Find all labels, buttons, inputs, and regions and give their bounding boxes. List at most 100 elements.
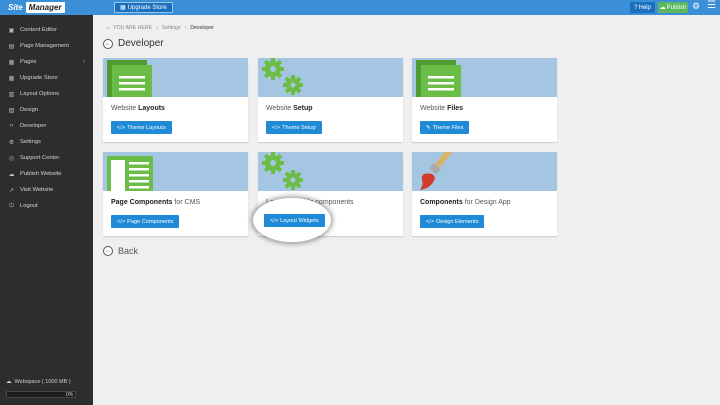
content-editor-icon: ▣ [8,27,15,34]
button-label: Theme Setup [282,124,316,131]
code-icon: </> [270,217,279,224]
page-layout-icon [107,156,153,191]
sidebar-item-label: Visit Website [20,187,54,193]
layouts-illustration [103,58,248,97]
sidebar-item-label: Layout Options [20,91,59,97]
design-illustration [412,152,557,191]
document-icon [107,60,152,97]
button-label: Page Components [127,218,174,225]
back-arrow-icon[interactable]: ← [103,246,113,256]
sidebar-item-developer[interactable]: ‹› Developer [0,118,93,134]
back-arrow-icon[interactable]: ← [103,38,113,49]
layout-icon: ▥ [8,91,15,98]
card-title: Components for Design App [420,199,511,206]
code-icon: </> [117,218,126,225]
document-icon [416,60,461,97]
sidebar-item-page-management[interactable]: ▤ Page Management [0,38,93,54]
design-elements-button[interactable]: </> Design Elements [420,215,485,228]
setup-illustration [258,58,403,97]
page-icon: ▤ [8,43,15,50]
chevron-left-icon: ‹ [83,59,85,65]
sidebar-item-label: Upgrade Store [20,75,58,81]
upgrade-store-button[interactable]: ▦ Upgrade Store [114,2,173,13]
breadcrumb-separator: › [184,25,187,31]
breadcrumb: ⌂ YOU ARE HERE › Settings › Developer [106,25,214,31]
sidebar-item-visit-website[interactable]: ↗ Visit Website [0,182,93,198]
paintbrush-icon [420,152,454,190]
sidebar-item-settings[interactable]: ⚙ Settings [0,134,93,150]
page-title: ← Developer [103,38,164,49]
sidebar-item-label: Settings [20,139,41,145]
sidebar-item-label: Design [20,107,39,113]
site-manager-logo[interactable]: Site Manager [6,2,65,13]
power-icon: ⏻ [9,202,14,209]
sidebar-item-design[interactable]: ▨ Design [0,102,93,118]
hamburger-menu-icon[interactable]: ☰ [707,0,716,11]
back-label: Back [118,246,139,256]
widgets-illustration [258,152,403,191]
external-link-icon: ↗ [8,187,15,194]
gear-icon[interactable]: ⚙ [692,1,700,12]
settings-icon: ⚙ [8,139,15,146]
cloud-icon: ☁ [8,171,15,178]
sidebar-item-content-editor[interactable]: ▣ Content Editor [0,22,93,38]
publish-button[interactable]: ☁ Publish [658,2,688,13]
sidebar-item-support-center[interactable]: ◎ Support Center [0,150,93,166]
support-icon: ◎ [8,155,15,162]
home-icon[interactable]: ⌂ [106,25,109,31]
sidebar-item-logout[interactable]: ⏻ Logout [0,198,93,214]
card-website-files: Website Files ✎ Theme Files [412,58,557,142]
webspace-label: Webspace ( 1000 MB ) [14,379,71,385]
store-icon: ▦ [8,75,15,82]
card-title-bold: Components [420,199,463,206]
webspace-indicator: ☁ Webspace ( 1000 MB ) [6,379,71,385]
code-icon: </> [117,124,126,131]
card-page-components: Page Components for CMS </> Page Compone… [103,152,248,236]
layout-widgets-button[interactable]: </> Layout Widgets [264,214,325,227]
sidebar-item-label: Pages [20,59,37,65]
breadcrumb-separator: › [156,25,158,31]
card-website-layouts: Website Layouts </> Theme Layouts [103,58,248,142]
files-illustration [412,58,557,97]
button-label: Layout Widgets [280,217,319,224]
logo-text-manager: Manager [25,2,65,13]
card-title-post: for Design App [462,199,511,206]
logo-text-site: Site [8,3,23,12]
publish-label: Publish [666,4,687,11]
gears-icon [262,58,303,95]
button-label: Design Elements [436,218,479,225]
page-title-text: Developer [118,38,164,49]
card-title-bold: Layouts [138,105,165,112]
sidebar-item-publish-website[interactable]: ☁ Publish Website [0,166,93,182]
theme-setup-button[interactable]: </> Theme Setup [266,121,322,134]
page-components-illustration [103,152,248,191]
card-title-bold: Setup [293,105,313,112]
sidebar-item-label: Page Management [20,43,69,49]
sidebar-item-label: Logout [20,203,38,209]
theme-layouts-button[interactable]: </> Theme Layouts [111,121,172,134]
sidebar-item-layout-options[interactable]: ▥ Layout Options [0,86,93,102]
breadcrumb-you-are-here: YOU ARE HERE [113,25,153,31]
card-title: Website Layouts [111,105,165,112]
card-title: Website Setup [266,105,313,112]
store-icon: ▦ [120,5,126,11]
sidebar-item-pages[interactable]: ▦ Pages ‹ [0,54,93,70]
button-label: Theme Layouts [127,124,166,131]
theme-files-button[interactable]: ✎ Theme Files [420,121,470,134]
pages-icon: ▦ [8,59,15,66]
page-components-button[interactable]: </> Page Components [111,215,180,228]
card-title-pre: Website [266,105,294,112]
design-icon: ▨ [8,107,15,114]
pencil-icon: ✎ [426,124,431,131]
breadcrumb-settings[interactable]: Settings [162,25,181,31]
back-link[interactable]: ← Back [103,246,138,256]
card-title-bold: Files [447,105,464,112]
help-button[interactable]: ? Help [630,2,655,13]
card-title: Page Components for CMS [111,199,200,206]
cloud-icon: ☁ [659,5,666,11]
sidebar-item-upgrade-store[interactable]: ▦ Upgrade Store [0,70,93,86]
card-title-bold: Page Components [111,199,173,206]
sidebar: ▣ Content Editor ▤ Page Management ▦ Pag… [0,15,93,405]
cloud-icon: ☁ [6,379,12,385]
code-icon: ‹› [9,123,14,129]
